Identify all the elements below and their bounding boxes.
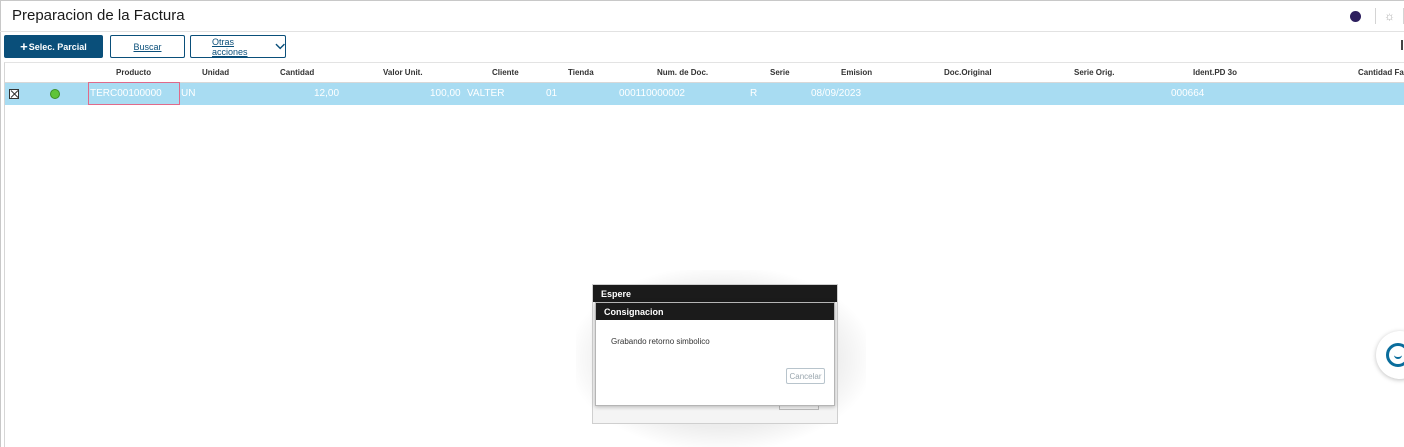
- column-header-unidad[interactable]: Unidad: [202, 68, 229, 77]
- scroll-marker: [1401, 40, 1403, 50]
- cell-cliente: VALTER: [467, 88, 505, 99]
- cell-unidad: UN: [181, 88, 196, 99]
- column-header-valor-unit[interactable]: Valor Unit.: [383, 68, 423, 77]
- checkbox-marked-icon[interactable]: [9, 89, 19, 99]
- selec-parcial-label: Selec. Parcial: [28, 41, 87, 52]
- selec-parcial-button[interactable]: + Selec. Parcial: [4, 35, 103, 58]
- title-divider: [0, 31, 1404, 32]
- consignacion-dialog: Consignacion Grabando retorno simbolico …: [595, 302, 835, 406]
- column-header-serie[interactable]: Serie: [770, 68, 790, 77]
- cell-num-doc: 000110000002: [619, 88, 685, 99]
- cell-serie: R: [750, 88, 758, 99]
- buscar-button[interactable]: Buscar: [110, 35, 185, 58]
- plus-icon: +: [20, 39, 28, 54]
- consignacion-dialog-title: Consignacion: [596, 303, 834, 320]
- column-header-cantidad-fa[interactable]: Cantidad Fa: [1358, 68, 1404, 77]
- cell-tienda: 01: [546, 88, 558, 99]
- column-header-serie-orig[interactable]: Serie Orig.: [1074, 68, 1114, 77]
- cancel-button[interactable]: Cancelar: [786, 368, 825, 384]
- gear-icon[interactable]: ☼: [1384, 8, 1395, 24]
- column-header-num-doc[interactable]: Num. de Doc.: [657, 68, 708, 77]
- otras-acciones-button[interactable]: Otras acciones: [190, 35, 286, 58]
- column-header-cliente[interactable]: Cliente: [492, 68, 519, 77]
- cell-emision: 08/09/2023: [811, 88, 862, 99]
- buscar-label: Buscar: [133, 41, 162, 52]
- cell-cantidad: 12,00: [314, 88, 340, 99]
- chat-icon: [1386, 343, 1404, 367]
- column-header-doc-original[interactable]: Doc.Original: [944, 68, 992, 77]
- column-header-cantidad[interactable]: Cantidad: [280, 68, 314, 77]
- page-title: Preparacion de la Factura: [12, 7, 185, 24]
- cell-ident-pd: 000664: [1171, 88, 1205, 99]
- table-row[interactable]: TERC00100000 UN 12,00 100,00 VALTER 01 0…: [5, 82, 1404, 105]
- chevron-down-icon: [275, 43, 285, 50]
- espere-dialog-title: Espere: [593, 285, 837, 302]
- column-header-producto[interactable]: Producto: [116, 68, 151, 77]
- column-header-tienda[interactable]: Tienda: [568, 68, 594, 77]
- icon-divider: [1375, 8, 1376, 24]
- top-right-icons: ☼: [1350, 8, 1404, 24]
- cell-valor-unit: 100,00: [430, 88, 461, 99]
- grid-header: Producto Unidad Cantidad Valor Unit. Cli…: [5, 63, 1404, 83]
- dialog-message: Grabando retorno simbolico: [611, 337, 710, 346]
- column-header-emision[interactable]: Emision: [841, 68, 872, 77]
- cell-producto: TERC00100000: [90, 88, 162, 99]
- otras-acciones-label: Otras acciones: [212, 36, 248, 57]
- column-header-ident-pd[interactable]: Ident.PD 3o: [1193, 68, 1237, 77]
- status-green-icon: [50, 89, 60, 99]
- app-circle-icon[interactable]: [1350, 10, 1361, 22]
